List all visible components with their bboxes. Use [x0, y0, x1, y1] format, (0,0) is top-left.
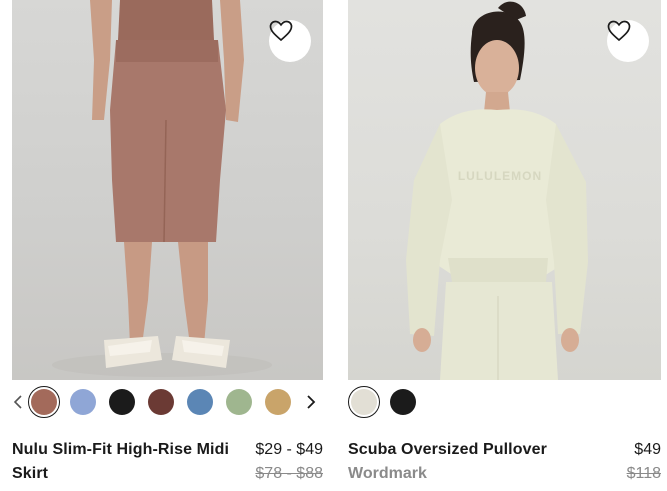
color-swatch[interactable]: [348, 386, 380, 418]
current-price: $29 - $49: [255, 441, 323, 458]
product-info: Scuba Oversized Pullover Wordmark $49 $1…: [348, 438, 661, 486]
original-price: $78 - $88: [255, 465, 323, 482]
color-swatch-list: [348, 386, 426, 418]
chevron-left-icon: [13, 395, 22, 409]
color-swatch[interactable]: [28, 386, 60, 418]
product-card[interactable]: Nulu Slim-Fit High-Rise Midi Skirt $29 -…: [12, 0, 323, 482]
color-swatch[interactable]: [223, 386, 255, 418]
original-price: $118: [626, 465, 661, 482]
heart-outline-icon: [269, 20, 293, 42]
color-swatch[interactable]: [145, 386, 177, 418]
color-swatch[interactable]: [184, 386, 216, 418]
current-price: $49: [634, 441, 661, 458]
product-card[interactable]: LULULEMON Scuba Oversized Pullover Wordm…: [348, 0, 661, 482]
color-swatch[interactable]: [67, 386, 99, 418]
product-name-link[interactable]: Nulu Slim-Fit High-Rise Midi Skirt: [12, 438, 237, 486]
product-info: Nulu Slim-Fit High-Rise Midi Skirt $29 -…: [12, 438, 323, 486]
swatch-next-button[interactable]: [301, 386, 321, 418]
color-swatch[interactable]: [262, 386, 294, 418]
color-swatch[interactable]: [106, 386, 138, 418]
svg-text:LULULEMON: LULULEMON: [458, 169, 542, 183]
product-image[interactable]: [12, 0, 323, 380]
heart-outline-icon: [607, 20, 631, 42]
color-swatch[interactable]: [387, 386, 419, 418]
product-image[interactable]: LULULEMON: [348, 0, 661, 380]
chevron-right-icon: [307, 395, 316, 409]
wishlist-button[interactable]: [607, 20, 649, 62]
product-price: $49 $118: [627, 438, 661, 486]
product-name-link[interactable]: Scuba Oversized Pullover: [348, 438, 661, 462]
product-variant-name: Wordmark: [348, 465, 427, 482]
swatch-prev-button[interactable]: [8, 386, 28, 418]
color-swatch-carousel: [8, 386, 321, 418]
product-price: $29 - $49 $78 - $88: [255, 438, 323, 486]
wishlist-button[interactable]: [269, 20, 311, 62]
